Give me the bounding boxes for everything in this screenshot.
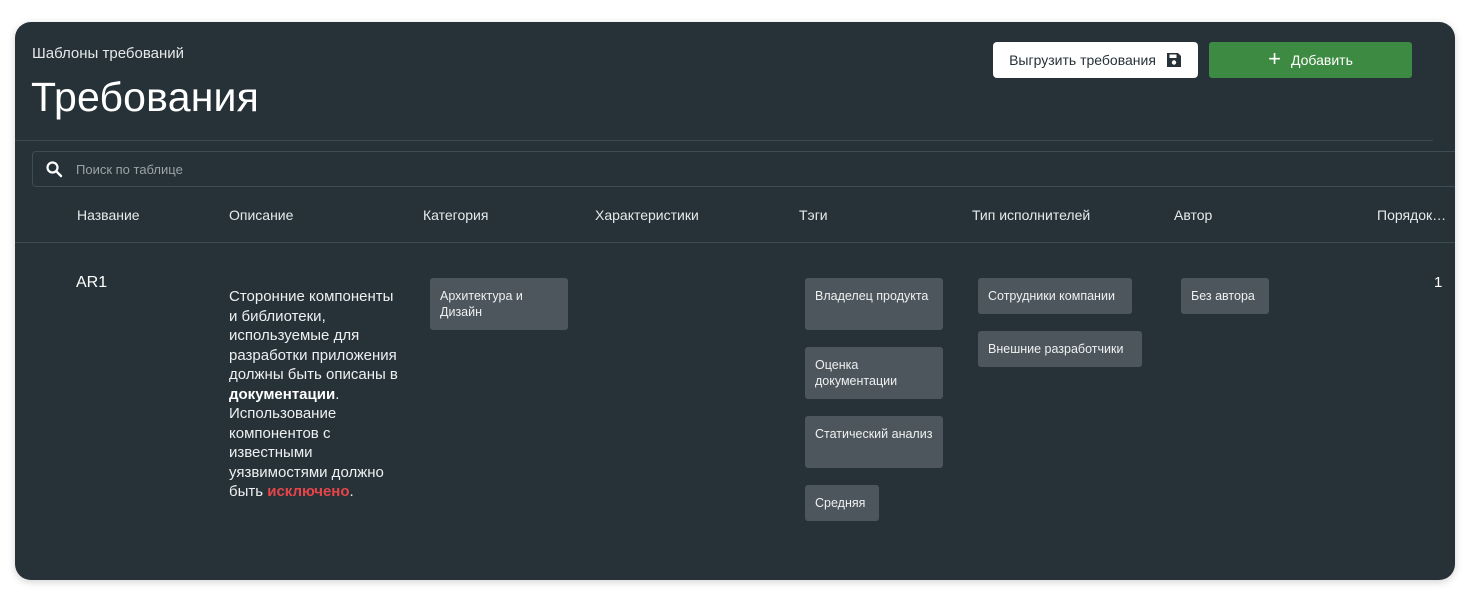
author-chip: Без автора <box>1181 278 1269 314</box>
save-icon <box>1166 53 1181 67</box>
requirement-order: 1 <box>1434 274 1443 291</box>
plus-icon: + <box>1268 46 1281 71</box>
column-header-order[interactable]: Порядок… <box>1377 207 1446 223</box>
search-icon <box>46 161 63 178</box>
category-chip: Архитектура и Дизайн <box>430 278 568 330</box>
requirement-description: Сторонние компоненты и библиотеки, испол… <box>229 287 404 502</box>
description-text: Сторонние компоненты и библиотеки, испол… <box>229 288 398 383</box>
executor-type-chip: Сотрудники компании <box>978 278 1132 314</box>
add-button-label: Добавить <box>1290 52 1353 68</box>
search-bar[interactable] <box>32 151 1455 187</box>
column-header-category[interactable]: Категория <box>423 207 488 223</box>
column-header-name[interactable]: Название <box>77 207 140 223</box>
breadcrumb[interactable]: Шаблоны требований <box>32 45 184 62</box>
tag-chip: Средняя <box>805 485 879 521</box>
tag-chip: Статический анализ <box>805 416 943 468</box>
description-highlight-text: исключено <box>267 483 350 500</box>
column-header-characteristics[interactable]: Характеристики <box>595 207 699 223</box>
column-header-executor-type[interactable]: Тип исполнителей <box>972 207 1090 223</box>
requirements-panel: Шаблоны требований Требования Выгрузить … <box>15 22 1455 580</box>
tag-chip: Владелец продукта <box>805 278 943 330</box>
column-header-tags[interactable]: Тэги <box>799 207 828 223</box>
header-divider <box>15 140 1433 141</box>
executor-type-chip: Внешние разработчики <box>978 331 1142 367</box>
tag-chip: Оценка документации <box>805 347 943 399</box>
export-requirements-button[interactable]: Выгрузить требования <box>993 42 1198 78</box>
export-button-label: Выгрузить требования <box>1009 52 1156 68</box>
add-button[interactable]: + Добавить <box>1209 42 1412 78</box>
column-header-description[interactable]: Описание <box>229 207 293 223</box>
column-header-author[interactable]: Автор <box>1174 207 1212 223</box>
table-header-divider <box>15 242 1455 243</box>
search-input[interactable] <box>74 160 478 178</box>
requirement-name: AR1 <box>76 274 108 291</box>
page-title: Требования <box>31 74 260 120</box>
description-bold-text: документации <box>229 385 336 403</box>
description-text: . <box>349 483 354 500</box>
